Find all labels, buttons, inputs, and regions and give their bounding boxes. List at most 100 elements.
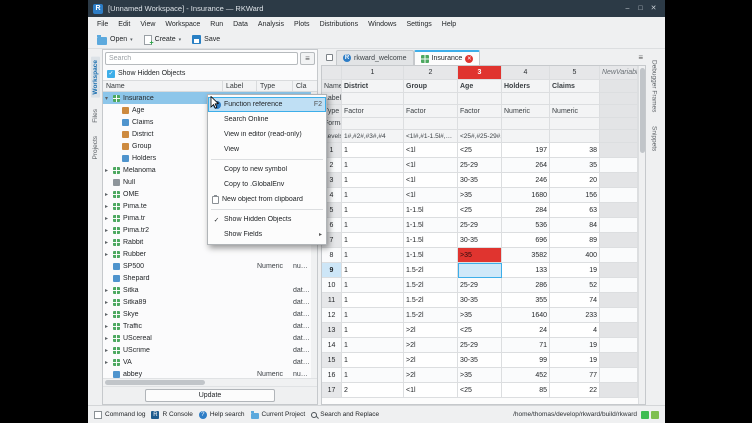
data-cell[interactable]: <1l — [404, 158, 458, 173]
column-number-header[interactable]: 3 — [458, 66, 502, 80]
expand-arrow-icon[interactable]: ▸ — [105, 239, 112, 246]
data-cell[interactable]: 1640 — [502, 308, 550, 323]
context-menu-item-copy-to-globalenv[interactable]: Copy to .GlobalEnv — [208, 177, 326, 192]
create-dropdown-icon[interactable]: ▾ — [179, 37, 182, 43]
column-number-header[interactable]: 1 — [342, 66, 404, 80]
dock-tab-snippets[interactable]: Snippets — [650, 123, 659, 154]
search-input[interactable] — [105, 52, 298, 65]
data-cell[interactable]: 20 — [550, 173, 600, 188]
row-number-header[interactable]: 8 — [322, 248, 342, 263]
context-menu-item-show-fields[interactable]: Show Fields▸ — [208, 227, 326, 242]
data-cell[interactable]: 1.5-2l — [404, 263, 458, 278]
meta-cell[interactable] — [404, 93, 458, 105]
data-cell[interactable]: 74 — [550, 293, 600, 308]
context-menu-item-new-object-from-clipboard[interactable]: New object from clipboard — [208, 192, 326, 207]
tree-item-abbey[interactable]: abbeyNumericnu… — [103, 368, 317, 378]
data-cell[interactable]: 1.5-2l — [404, 278, 458, 293]
row-number-header[interactable]: 11 — [322, 293, 342, 308]
data-cell[interactable]: 85 — [502, 383, 550, 398]
data-cell[interactable]: 1 — [342, 278, 404, 293]
meta-cell[interactable] — [342, 118, 404, 130]
row-number-header[interactable]: 16 — [322, 368, 342, 383]
data-cell[interactable]: 400 — [550, 248, 600, 263]
data-cell[interactable]: <25 — [458, 323, 502, 338]
editor-tab-insurance[interactable]: Insurance✕ — [414, 50, 481, 65]
row-number-header[interactable]: 14 — [322, 338, 342, 353]
tree-column-header-name[interactable]: Name — [103, 81, 223, 91]
meta-cell[interactable]: Age — [458, 80, 502, 93]
data-cell[interactable]: 1 — [342, 293, 404, 308]
data-cell[interactable]: 1 — [342, 353, 404, 368]
tree-item-rubber[interactable]: ▸Rubber — [103, 248, 317, 260]
data-cell[interactable]: 286 — [502, 278, 550, 293]
data-cell[interactable]: 99 — [502, 353, 550, 368]
menubar-item-edit[interactable]: Edit — [113, 21, 135, 28]
statusbar-button-search-and-replace[interactable]: Search and Replace — [311, 411, 379, 418]
create-button[interactable]: Create ▾ — [140, 33, 186, 47]
data-cell[interactable]: 25-29 — [458, 278, 502, 293]
expand-arrow-icon[interactable]: ▸ — [105, 311, 112, 318]
data-cell[interactable]: >35 — [458, 308, 502, 323]
context-menu-item-show-hidden-objects[interactable]: ✓Show Hidden Objects — [208, 212, 326, 227]
expand-arrow-icon[interactable]: ▸ — [105, 227, 112, 234]
data-cell[interactable]: >2l — [404, 368, 458, 383]
data-cell[interactable]: 71 — [502, 338, 550, 353]
expand-arrow-icon[interactable]: ▸ — [105, 323, 112, 330]
menubar-item-plots[interactable]: Plots — [289, 21, 315, 28]
detach-window-icon[interactable] — [323, 51, 336, 64]
tree-item-uscrime[interactable]: ▸UScrimedat… — [103, 344, 317, 356]
grid-vertical-scrollbar[interactable] — [638, 66, 645, 404]
update-button[interactable]: Update — [145, 389, 275, 402]
meta-cell[interactable]: Factor — [342, 105, 404, 118]
data-cell[interactable]: 25-29 — [458, 338, 502, 353]
tree-item-traffic[interactable]: ▸Trafficdat… — [103, 320, 317, 332]
open-button[interactable]: Open ▾ — [93, 33, 137, 47]
data-cell[interactable]: >35 — [458, 248, 502, 263]
tree-item-uscereal[interactable]: ▸UScerealdat… — [103, 332, 317, 344]
meta-cell[interactable] — [550, 93, 600, 105]
expand-arrow-icon[interactable]: ▸ — [105, 191, 112, 198]
meta-cell[interactable]: <25#,#25-29#,… — [458, 130, 502, 143]
data-cell[interactable]: 1 — [342, 368, 404, 383]
data-cell[interactable]: <1l — [404, 173, 458, 188]
tree-item-sitka89[interactable]: ▸Sitka89dat… — [103, 296, 317, 308]
context-menu-item-search-online[interactable]: Search Online — [208, 112, 326, 127]
data-cell[interactable]: 133 — [502, 263, 550, 278]
data-cell[interactable]: 19 — [550, 338, 600, 353]
meta-cell[interactable] — [458, 118, 502, 130]
data-cell[interactable]: 19 — [550, 353, 600, 368]
expand-arrow-icon[interactable]: ▸ — [105, 215, 112, 222]
menubar-item-help[interactable]: Help — [437, 21, 461, 28]
column-number-header[interactable]: 2 — [404, 66, 458, 80]
data-cell[interactable]: 22 — [550, 383, 600, 398]
menubar-item-analysis[interactable]: Analysis — [253, 21, 289, 28]
tree-horizontal-scrollbar-thumb[interactable] — [105, 380, 205, 385]
data-cell[interactable]: 19 — [550, 263, 600, 278]
menubar-item-view[interactable]: View — [135, 21, 160, 28]
data-cell[interactable]: 35 — [550, 158, 600, 173]
meta-cell[interactable]: Numeric — [502, 105, 550, 118]
data-cell[interactable]: <25 — [458, 203, 502, 218]
data-cell[interactable]: 1 — [342, 218, 404, 233]
data-cell[interactable]: 89 — [550, 233, 600, 248]
context-menu-item-view[interactable]: View — [208, 142, 326, 157]
meta-cell[interactable]: 1#,#2#,#3#,#4 — [342, 130, 404, 143]
data-cell[interactable]: 25-29 — [458, 218, 502, 233]
meta-cell[interactable]: Holders — [502, 80, 550, 93]
data-cell[interactable]: 1 — [342, 203, 404, 218]
data-cell[interactable]: 1 — [342, 323, 404, 338]
menubar-item-distributions[interactable]: Distributions — [315, 21, 364, 28]
row-number-header[interactable]: 10 — [322, 278, 342, 293]
data-cell[interactable]: <1l — [404, 188, 458, 203]
meta-cell[interactable]: Factor — [404, 105, 458, 118]
row-number-header[interactable]: 17 — [322, 383, 342, 398]
statusbar-button-r-console[interactable]: RR Console — [151, 411, 192, 419]
data-cell[interactable]: 1 — [342, 188, 404, 203]
meta-cell[interactable]: District — [342, 80, 404, 93]
data-cell[interactable]: 30-35 — [458, 353, 502, 368]
expand-arrow-icon[interactable]: ▸ — [105, 335, 112, 342]
statusbar-button-command-log[interactable]: Command log — [94, 411, 145, 419]
data-cell[interactable]: 1 — [342, 143, 404, 158]
data-cell[interactable]: 1.5-2l — [404, 293, 458, 308]
data-cell[interactable]: 1 — [342, 233, 404, 248]
